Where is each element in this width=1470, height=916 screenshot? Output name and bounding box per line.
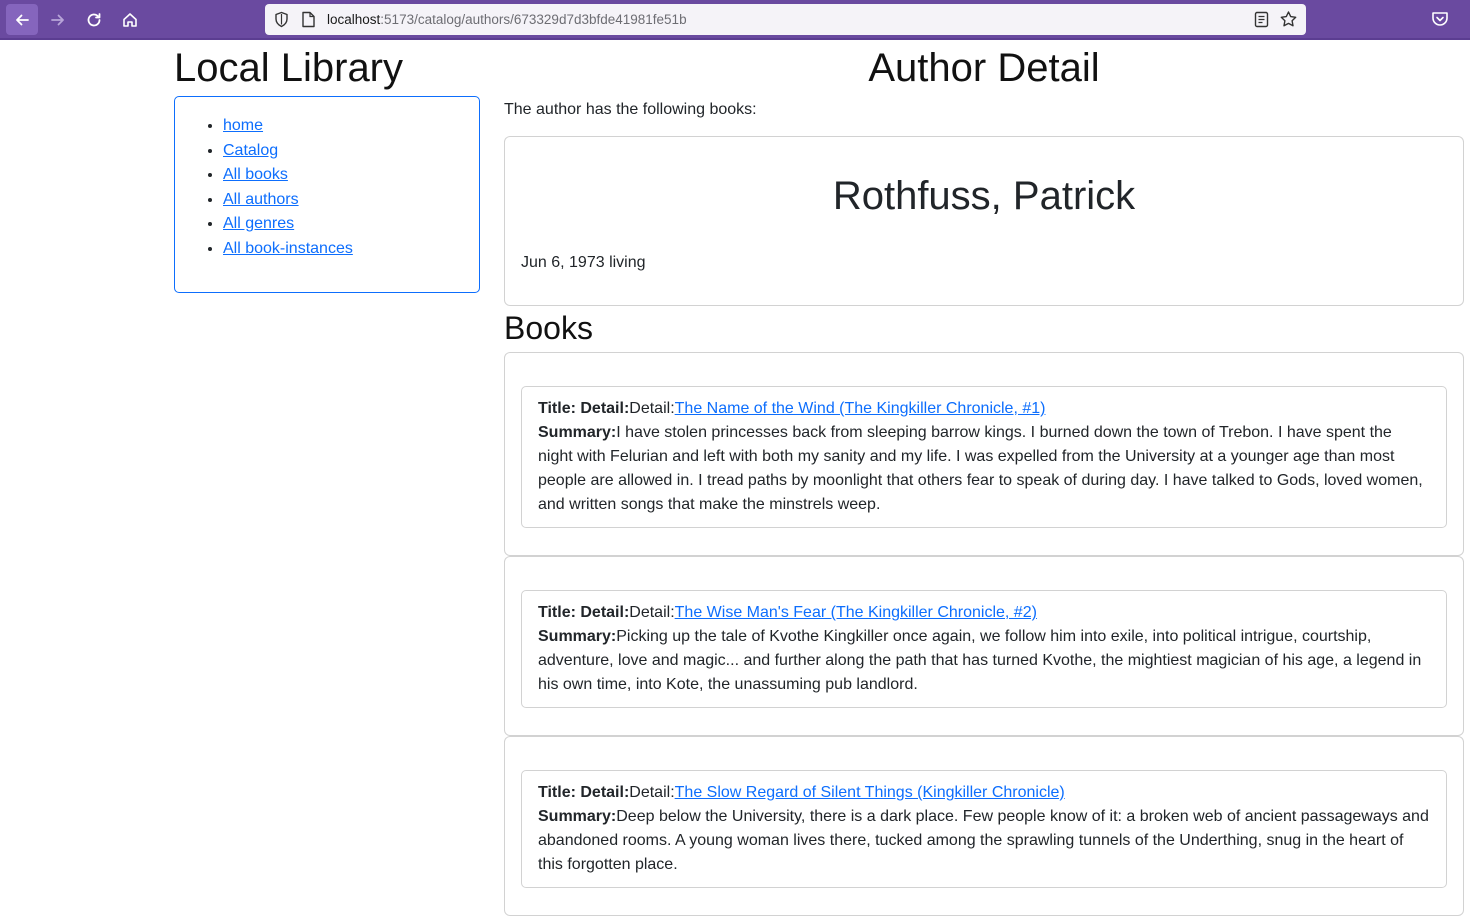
nav-link-all-genres[interactable]: All genres	[223, 215, 294, 232]
nav-item-all-genres: All genres	[223, 212, 353, 237]
detail-prefix: Detail:	[629, 604, 675, 621]
forward-button[interactable]	[42, 4, 74, 35]
nav-link-all-authors[interactable]: All authors	[223, 191, 299, 208]
nav-list: home Catalog All books All authors All g…	[223, 114, 353, 261]
bookmark-star-icon[interactable]	[1279, 10, 1298, 29]
book-title-link[interactable]: The Wise Man's Fear (The Kingkiller Chro…	[675, 604, 1037, 621]
book-card: Title: Detail:Detail:The Slow Regard of …	[504, 736, 1464, 916]
book-title-link[interactable]: The Name of the Wind (The Kingkiller Chr…	[675, 400, 1046, 417]
title-label: Title: Detail:	[538, 784, 630, 801]
nav-item-all-authors: All authors	[223, 188, 353, 213]
book-summary: I have stolen princesses back from sleep…	[538, 424, 1423, 513]
nav-link-home[interactable]: home	[223, 117, 263, 134]
nav-link-all-books[interactable]: All books	[223, 166, 288, 183]
back-button[interactable]	[6, 4, 38, 35]
nav-link-all-book-instances[interactable]: All book-instances	[223, 240, 353, 257]
shield-icon[interactable]	[273, 11, 290, 28]
browser-toolbar: localhost:5173/catalog/authors/673329d7d…	[0, 0, 1470, 40]
pocket-icon[interactable]	[1430, 9, 1450, 29]
book-summary: Picking up the tale of Kvothe Kingkiller…	[538, 628, 1422, 693]
book-summary: Deep below the University, there is a da…	[538, 808, 1429, 873]
summary-label: Summary:	[538, 808, 617, 825]
url-host: localhost	[327, 12, 381, 27]
home-icon	[123, 12, 137, 27]
book-card: Title: Detail:Detail:The Name of the Win…	[504, 352, 1464, 556]
nav-item-all-books: All books	[223, 163, 353, 188]
detail-prefix: Detail:	[629, 400, 675, 417]
book-entry: Title: Detail:Detail:The Name of the Win…	[521, 386, 1447, 528]
author-dates: Jun 6, 1973 living	[521, 254, 646, 271]
title-label: Title: Detail:	[538, 604, 630, 621]
summary-label: Summary:	[538, 628, 617, 645]
nav-link-catalog[interactable]: Catalog	[223, 142, 278, 159]
reload-button[interactable]	[78, 4, 110, 35]
book-entry: Title: Detail:Detail:The Wise Man's Fear…	[521, 590, 1447, 708]
url-path: :5173/catalog/authors/673329d7d3bfde4198…	[380, 12, 687, 27]
site-title: Local Library	[174, 46, 404, 90]
url-text[interactable]: localhost:5173/catalog/authors/673329d7d…	[327, 12, 687, 27]
nav-item-catalog: Catalog	[223, 139, 353, 164]
nav-item-home: home	[223, 114, 353, 139]
home-button[interactable]	[114, 4, 146, 35]
sidebar-nav: home Catalog All books All authors All g…	[174, 96, 480, 293]
page-icon[interactable]	[301, 11, 316, 28]
author-card: Rothfuss, Patrick Jun 6, 1973 living	[504, 136, 1464, 306]
book-entry: Title: Detail:Detail:The Slow Regard of …	[521, 770, 1447, 888]
author-name: Rothfuss, Patrick	[832, 174, 1136, 218]
summary-label: Summary:	[538, 424, 617, 441]
detail-prefix: Detail:	[629, 784, 675, 801]
nav-item-all-book-instances: All book-instances	[223, 237, 353, 262]
book-card: Title: Detail:Detail:The Wise Man's Fear…	[504, 556, 1464, 736]
reader-view-icon[interactable]	[1253, 11, 1270, 28]
arrow-left-icon	[16, 14, 29, 25]
intro-text: The author has the following books:	[504, 101, 757, 118]
book-title-link[interactable]: The Slow Regard of Silent Things (Kingki…	[675, 784, 1065, 801]
title-label: Title: Detail:	[538, 400, 630, 417]
arrow-right-icon	[51, 14, 64, 25]
page-title: Author Detail	[868, 46, 1100, 90]
books-heading: Books	[504, 310, 593, 346]
address-bar[interactable]: localhost:5173/catalog/authors/673329d7d…	[265, 4, 1306, 35]
reload-icon	[87, 12, 101, 26]
